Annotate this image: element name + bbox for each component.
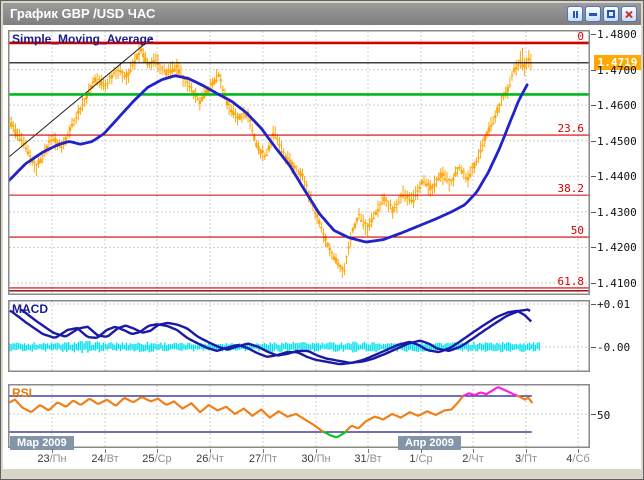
y-tick [591, 347, 596, 348]
y-tick [591, 34, 596, 35]
y-tick [591, 304, 596, 305]
price-axis-label: 1.4600 [597, 99, 641, 112]
chart-window: График GBP /USD ЧАС Simple_Moving_Averag… [0, 0, 644, 480]
y-tick [591, 105, 596, 106]
y-tick [591, 70, 596, 71]
x-axis-day-number: 27 [249, 453, 261, 465]
window-title: График GBP /USD ЧАС [10, 6, 155, 21]
price-axis-label: 1.4500 [597, 135, 641, 148]
price-axis-label: 1.4700 [597, 64, 641, 77]
x-axis-day-number: 25 [142, 453, 154, 465]
x-axis-label: 2/Чт [462, 453, 484, 465]
x-axis-day-number: 30 [301, 453, 313, 465]
fib-level-label: 38.2 [544, 182, 584, 195]
restore-icon [607, 10, 615, 18]
price-axis-label: 1.4100 [597, 277, 641, 290]
x-axis-day-number: 24 [91, 453, 103, 465]
x-axis-label: 23/Пн [37, 453, 66, 465]
y-tick [591, 212, 596, 213]
x-axis-label: 24/Вт [91, 453, 118, 465]
x-axis-day-number: 26 [196, 453, 208, 465]
x-axis-label: 27/Пт [249, 453, 277, 465]
price-axis-label: 1.4300 [597, 206, 641, 219]
window-controls [567, 6, 637, 22]
macd-axis-label-zero: -0.00 [597, 341, 641, 354]
rsi-chart-canvas[interactable] [8, 384, 590, 448]
fib-level-label: 23.6 [544, 122, 584, 135]
x-axis-day-name: /Ср [415, 453, 432, 465]
month-badge-march: Мар 2009 [10, 436, 74, 450]
minimize-button[interactable] [585, 6, 601, 22]
x-axis-day-name: /Вт [104, 453, 119, 465]
x-axis-day-number: 23 [37, 453, 49, 465]
x-axis-day-name: /Пн [314, 453, 331, 465]
x-axis-label: 31/Вт [354, 453, 381, 465]
minimize-icon [589, 13, 597, 16]
rsi-indicator-label: RSI [12, 386, 32, 400]
y-tick [591, 176, 596, 177]
close-icon [625, 10, 634, 19]
sma-indicator-label: Simple_Moving_Average [12, 32, 154, 46]
fib-level-label: 0 [544, 30, 584, 43]
pause-icon [573, 11, 578, 18]
price-axis-label: 1.4800 [597, 28, 641, 41]
x-axis-label: 26/Чт [196, 453, 224, 465]
x-axis-label: 1/Ср [409, 453, 432, 465]
x-axis-day-name: /Сб [572, 453, 589, 465]
price-axis-label: 1.4400 [597, 170, 641, 183]
price-axis-label: 1.4200 [597, 241, 641, 254]
x-axis-label: 30/Пн [301, 453, 330, 465]
rsi-axis-label-50: 50 [597, 409, 641, 422]
macd-indicator-label: MACD [12, 302, 48, 316]
month-badge-april: Апр 2009 [398, 436, 461, 450]
titlebar[interactable]: График GBP /USD ЧАС [3, 3, 641, 25]
x-axis-day-number: 31 [354, 453, 366, 465]
y-tick [591, 283, 596, 284]
close-button[interactable] [621, 6, 637, 22]
pause-button[interactable] [567, 6, 583, 22]
x-axis-day-name: /Чт [208, 453, 223, 465]
x-axis-day-name: /Пт [521, 453, 537, 465]
price-chart-canvas[interactable] [8, 30, 590, 295]
x-axis-day-name: /Чт [468, 453, 483, 465]
x-axis-label: 3/Пт [515, 453, 537, 465]
macd-axis-label-top: +0.01 [597, 298, 641, 311]
y-tick [591, 141, 596, 142]
x-axis-day-name: /Пт [261, 453, 277, 465]
y-tick [591, 247, 596, 248]
y-tick [591, 414, 596, 415]
macd-chart-canvas[interactable] [8, 300, 590, 372]
x-axis-day-name: /Пн [50, 453, 67, 465]
x-axis-label: 4/Сб [566, 453, 589, 465]
x-axis-day-name: /Ср [155, 453, 172, 465]
x-axis-label: 25/Ср [142, 453, 171, 465]
restore-button[interactable] [603, 6, 619, 22]
x-axis-day-name: /Вт [367, 453, 382, 465]
chart-content: Simple_Moving_Average MACD RSI 1.4719 +0… [3, 25, 641, 469]
fib-level-label: 50 [544, 224, 584, 237]
fib-level-label: 61.8 [544, 275, 584, 288]
